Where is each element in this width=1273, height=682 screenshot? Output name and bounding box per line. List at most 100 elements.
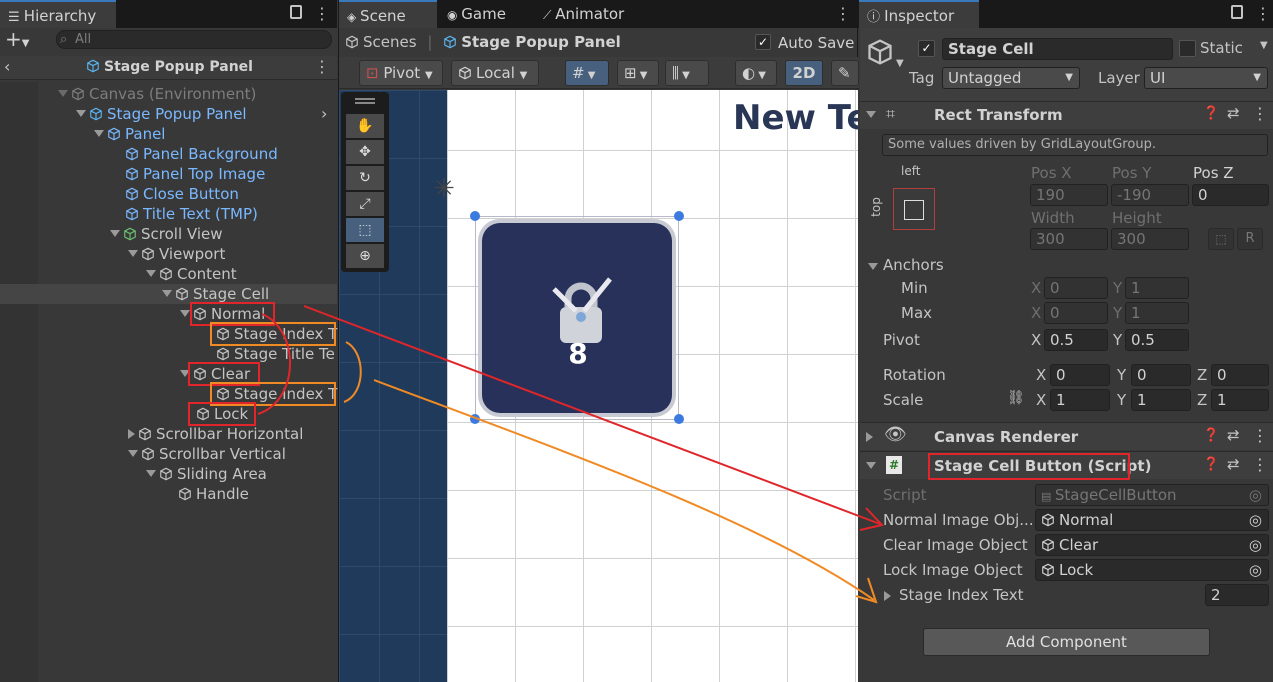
scale-tool-button[interactable]: ⤢ xyxy=(346,192,384,216)
collapse-arrow-icon[interactable] xyxy=(866,430,876,446)
clear-image-field[interactable]: Clear ◎ xyxy=(1035,534,1269,556)
presets-icon[interactable]: ⇄ xyxy=(1227,426,1240,444)
scene-menu-icon[interactable]: ⋮ xyxy=(835,0,851,28)
tree-item-sliding-area[interactable]: Sliding Area xyxy=(146,464,267,484)
tree-item-scrollbar-vertical[interactable]: Scrollbar Vertical xyxy=(128,444,286,464)
inspector-lock-icon[interactable] xyxy=(1231,5,1243,19)
help-icon[interactable]: ❓ xyxy=(1203,428,1219,443)
stage-cell-preview[interactable]: 8 xyxy=(475,216,679,420)
rotation-z-field[interactable]: 0 xyxy=(1211,364,1269,386)
hierarchy-menu-icon[interactable]: ⋮ xyxy=(314,0,330,28)
tree-item-handle[interactable]: Handle xyxy=(178,484,249,504)
back-chevron-icon[interactable]: ‹ xyxy=(4,57,10,76)
pos-z-field[interactable]: 0 xyxy=(1192,184,1269,206)
lock-image-field[interactable]: Lock ◎ xyxy=(1035,559,1269,581)
component-menu-icon[interactable]: ⋮ xyxy=(1252,104,1268,123)
pos-x-field[interactable]: 190 xyxy=(1030,184,1108,206)
tag-dropdown[interactable]: Untagged ▼ xyxy=(942,67,1080,89)
tree-item-stage-cell[interactable]: Stage Cell xyxy=(162,284,269,304)
anchor-max-y-field[interactable]: 1 xyxy=(1125,302,1189,324)
rotation-x-field[interactable]: 0 xyxy=(1050,364,1110,386)
anchor-min-x-field[interactable]: 0 xyxy=(1044,277,1108,299)
stage-index-size-field[interactable]: 2 xyxy=(1205,584,1269,606)
scale-y-field[interactable]: 1 xyxy=(1131,389,1191,411)
hierarchy-search-input[interactable]: ⌕ All xyxy=(56,30,332,49)
tree-item-close-button[interactable]: Close Button xyxy=(125,184,239,204)
tab-animator[interactable]: ⟋ Animator xyxy=(535,0,632,28)
rect-handle-tr[interactable] xyxy=(674,211,684,221)
tab-game[interactable]: ◉ Game xyxy=(439,0,514,28)
ruler-button[interactable]: ⫼ ▼ xyxy=(665,60,709,86)
help-icon[interactable]: ❓ xyxy=(1203,457,1219,472)
move-tool-button[interactable]: ✥ xyxy=(346,140,384,164)
pos-y-field[interactable]: -190 xyxy=(1111,184,1189,206)
rotation-y-field[interactable]: 0 xyxy=(1131,364,1191,386)
mode-2d-toggle[interactable]: 2D xyxy=(785,60,823,86)
tree-item-stage-title-text[interactable]: Stage Title Te xyxy=(216,344,336,364)
tree-item-panel[interactable]: Panel xyxy=(94,124,165,144)
static-checkbox[interactable] xyxy=(1179,40,1196,57)
tab-hierarchy[interactable]: ☰ Hierarchy xyxy=(0,0,116,28)
add-object-button[interactable]: +▼ xyxy=(5,28,39,50)
component-menu-icon[interactable]: ⋮ xyxy=(1252,455,1268,474)
presets-icon[interactable]: ⇄ xyxy=(1227,455,1240,473)
tree-item-panel-background[interactable]: Panel Background xyxy=(125,144,278,164)
local-dropdown[interactable]: Local ▼ xyxy=(451,60,539,86)
anchors-foldout-icon[interactable] xyxy=(868,260,881,276)
height-field[interactable]: 300 xyxy=(1111,228,1189,250)
rect-handle-br[interactable] xyxy=(674,414,684,424)
blueprint-mode-button[interactable]: ⬚ xyxy=(1208,228,1234,250)
grid-snap-button[interactable]: # ▼ xyxy=(565,60,609,86)
scale-x-field[interactable]: 1 xyxy=(1050,389,1110,411)
stage-index-foldout-icon[interactable] xyxy=(884,589,894,605)
rect-handle-bl[interactable] xyxy=(470,414,480,424)
presets-icon[interactable]: ⇄ xyxy=(1227,104,1240,122)
lighting-toggle[interactable]: ✎ xyxy=(831,60,859,86)
tools-drag-handle[interactable] xyxy=(355,98,375,104)
rect-tool-button[interactable]: ⬚ xyxy=(346,218,384,242)
width-field[interactable]: 300 xyxy=(1030,228,1108,250)
anchor-min-y-field[interactable]: 1 xyxy=(1125,277,1189,299)
object-picker-icon[interactable]: ◎ xyxy=(1249,560,1262,580)
tree-item-viewport[interactable]: Viewport xyxy=(128,244,225,264)
object-picker-icon[interactable]: ◎ xyxy=(1249,535,1262,555)
auto-save-checkbox[interactable]: ✓ xyxy=(755,34,771,50)
rect-handle-tl[interactable] xyxy=(470,211,480,221)
tab-scene[interactable]: ◈ Scene xyxy=(339,0,437,28)
component-menu-icon[interactable]: ⋮ xyxy=(1252,426,1268,445)
scenes-breadcrumb-link[interactable]: Scenes xyxy=(345,33,417,51)
raw-edit-button[interactable]: R xyxy=(1237,228,1263,250)
tree-item-canvas-environment[interactable]: Canvas (Environment) xyxy=(58,84,256,104)
hand-tool-button[interactable]: ✋ xyxy=(346,114,384,138)
rotate-tool-button[interactable]: ↻ xyxy=(346,166,384,190)
tree-item-stage-popup-panel[interactable]: Stage Popup Panel xyxy=(76,104,247,124)
tree-item-panel-top-image[interactable]: Panel Top Image xyxy=(125,164,265,184)
tree-item-title-text[interactable]: Title Text (TMP) xyxy=(125,204,258,224)
pivot-x-field[interactable]: 0.5 xyxy=(1044,329,1108,351)
lock-icon[interactable] xyxy=(290,5,302,19)
increment-snap-button[interactable]: ⊞ ▼ xyxy=(617,60,659,86)
object-name-input[interactable]: Stage Cell xyxy=(942,38,1173,60)
inspector-menu-icon[interactable]: ⋮ xyxy=(1255,0,1271,28)
scene-viewport[interactable]: New Te ✳ 8 xyxy=(339,90,858,682)
shading-dropdown[interactable]: ◐ ▼ xyxy=(735,60,777,86)
tree-item-content[interactable]: Content xyxy=(146,264,237,284)
root-menu-icon[interactable]: ⋮ xyxy=(314,53,330,81)
add-component-button[interactable]: Add Component xyxy=(923,628,1210,656)
pivot-y-field[interactable]: 0.5 xyxy=(1125,329,1189,351)
object-dropdown-icon[interactable]: ▼ xyxy=(896,58,904,69)
transform-tool-button[interactable]: ⊕ xyxy=(346,244,384,268)
scale-z-field[interactable]: 1 xyxy=(1211,389,1269,411)
link-scale-icon[interactable]: ⛓ xyxy=(1007,390,1025,406)
tree-item-scrollbar-horizontal[interactable]: Scrollbar Horizontal xyxy=(128,424,303,444)
anchor-preset-button[interactable] xyxy=(893,188,935,230)
anchor-max-x-field[interactable]: 0 xyxy=(1044,302,1108,324)
collapse-arrow-icon[interactable] xyxy=(866,108,879,124)
normal-image-field[interactable]: Normal ◎ xyxy=(1035,509,1269,531)
pivot-dropdown[interactable]: ⊡ Pivot ▼ xyxy=(359,60,443,86)
collapse-arrow-icon[interactable] xyxy=(866,459,879,475)
help-icon[interactable]: ❓ xyxy=(1203,106,1219,121)
layer-dropdown[interactable]: UI ▼ xyxy=(1144,67,1268,89)
prefab-breadcrumb[interactable]: Stage Popup Panel xyxy=(443,33,621,51)
tree-item-scroll-view[interactable]: Scroll View xyxy=(110,224,222,244)
